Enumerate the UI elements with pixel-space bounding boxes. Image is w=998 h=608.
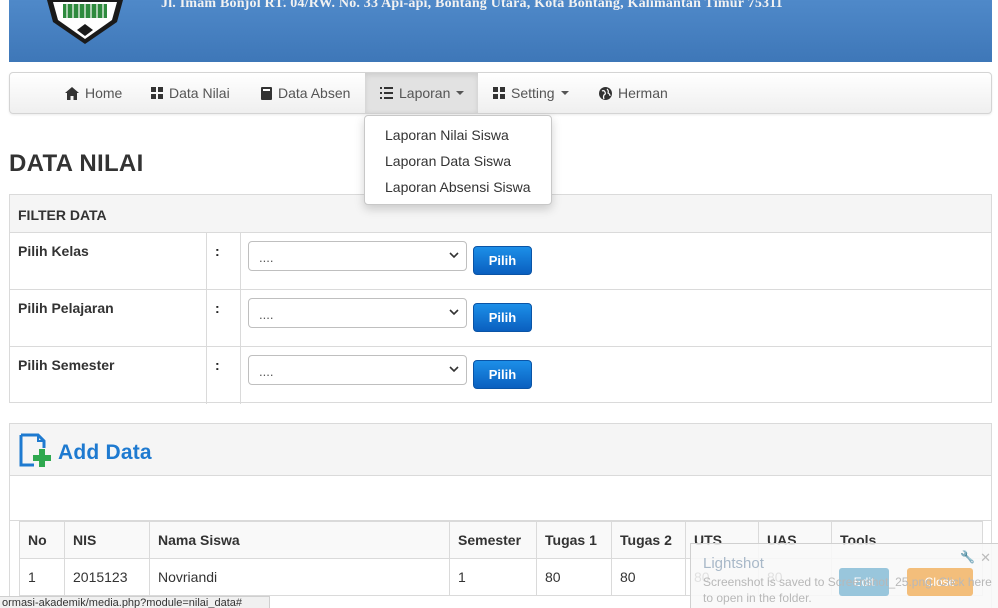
cell-tugas-1: 80 xyxy=(536,558,612,596)
nav-data-nilai-label: Data Nilai xyxy=(169,85,230,101)
page-title: DATA NILAI xyxy=(9,150,144,177)
nav-setting-label: Setting xyxy=(511,85,555,101)
filter-label: Pilih Semester xyxy=(18,357,115,373)
nav-data-absen[interactable]: Data Absen xyxy=(261,73,350,113)
pilih-kelas-button[interactable]: Pilih xyxy=(473,246,532,275)
book-icon xyxy=(261,86,272,100)
filter-colon: : xyxy=(215,300,220,316)
nav-user-herman[interactable]: Herman xyxy=(599,73,668,113)
laporan-dropdown-menu: Laporan Nilai Siswa Laporan Data Siswa L… xyxy=(364,115,552,205)
pelajaran-select[interactable]: .... xyxy=(248,298,467,328)
filter-row-semester: Pilih Semester : .... Pilih xyxy=(10,347,991,404)
nav-data-absen-label: Data Absen xyxy=(278,85,351,101)
select-value: .... xyxy=(259,250,274,265)
pilih-semester-button[interactable]: Pilih xyxy=(473,360,532,389)
home-icon xyxy=(65,86,79,100)
main-navbar: Home Data Nilai Data Absen Laporan Setti… xyxy=(9,72,992,114)
cell-nis: 2015123 xyxy=(64,558,150,596)
globe-icon xyxy=(599,86,612,100)
filter-label: Pilih Pelajaran xyxy=(18,300,114,316)
nav-data-nilai[interactable]: Data Nilai xyxy=(151,73,230,113)
grid-icon xyxy=(493,87,505,99)
lightshot-message[interactable]: Screenshot is saved to Screenshot_25.png… xyxy=(703,574,998,606)
col-tugas-1: Tugas 1 xyxy=(536,521,612,559)
add-data-bar: Add Data xyxy=(10,424,991,476)
cell-semester: 1 xyxy=(449,558,537,596)
nav-laporan-label: Laporan xyxy=(399,85,451,101)
add-data-link[interactable]: Add Data xyxy=(58,441,152,465)
col-nama-siswa: Nama Siswa xyxy=(149,521,450,559)
cell-no: 1 xyxy=(19,558,65,596)
chevron-down-icon xyxy=(449,366,459,373)
school-address: Jl. Imam Bonjol RT. 04/RW. No. 33 Api-ap… xyxy=(161,0,783,11)
cell-nama-siswa: Novriandi xyxy=(149,558,450,596)
menu-item-laporan-absensi-siswa[interactable]: Laporan Absensi Siswa xyxy=(365,175,551,201)
nav-home[interactable]: Home xyxy=(65,73,122,113)
kelas-select[interactable]: .... xyxy=(248,241,467,271)
col-semester: Semester xyxy=(449,521,537,559)
col-nis: NIS xyxy=(64,521,150,559)
close-icon[interactable]: ✕ xyxy=(980,550,991,566)
chevron-down-icon xyxy=(560,91,569,95)
cell-tugas-2: 80 xyxy=(611,558,686,596)
col-no: No xyxy=(19,521,65,559)
select-value: .... xyxy=(259,307,274,322)
nav-home-label: Home xyxy=(85,85,123,101)
nav-user-label: Herman xyxy=(618,85,668,101)
add-file-icon[interactable] xyxy=(18,432,54,468)
filter-colon: : xyxy=(215,357,220,373)
menu-item-laporan-data-siswa[interactable]: Laporan Data Siswa xyxy=(365,149,551,175)
menu-item-laporan-nilai-siswa[interactable]: Laporan Nilai Siswa xyxy=(365,123,551,149)
nav-laporan[interactable]: Laporan xyxy=(365,73,478,113)
wrench-icon[interactable]: 🔧 xyxy=(960,550,975,564)
filter-row-kelas: Pilih Kelas : .... Pilih xyxy=(10,233,991,290)
chevron-down-icon xyxy=(449,309,459,316)
lightshot-title: Lightshot xyxy=(703,555,764,572)
filter-panel: FILTER DATA Pilih Kelas : .... Pilih Pil… xyxy=(9,194,992,404)
filter-label: Pilih Kelas xyxy=(18,243,89,259)
select-value: .... xyxy=(259,364,274,379)
nav-setting[interactable]: Setting xyxy=(493,73,569,113)
filter-colon: : xyxy=(215,243,220,259)
chevron-down-icon xyxy=(456,91,465,95)
col-tugas-2: Tugas 2 xyxy=(611,521,686,559)
grid-icon xyxy=(151,87,163,99)
browser-status-url: ormasi-akademik/media.php?module=nilai_d… xyxy=(0,596,270,608)
semester-select[interactable]: .... xyxy=(248,355,467,385)
lightshot-notification[interactable]: Lightshot 🔧 ✕ Edit Close Screenshot is s… xyxy=(690,543,998,608)
filter-row-pelajaran: Pilih Pelajaran : .... Pilih xyxy=(10,290,991,347)
header-banner: Jl. Imam Bonjol RT. 04/RW. No. 33 Api-ap… xyxy=(9,0,992,62)
chevron-down-icon xyxy=(449,252,459,259)
list-icon xyxy=(380,87,393,99)
school-logo-icon xyxy=(47,0,123,44)
pilih-pelajaran-button[interactable]: Pilih xyxy=(473,303,532,332)
